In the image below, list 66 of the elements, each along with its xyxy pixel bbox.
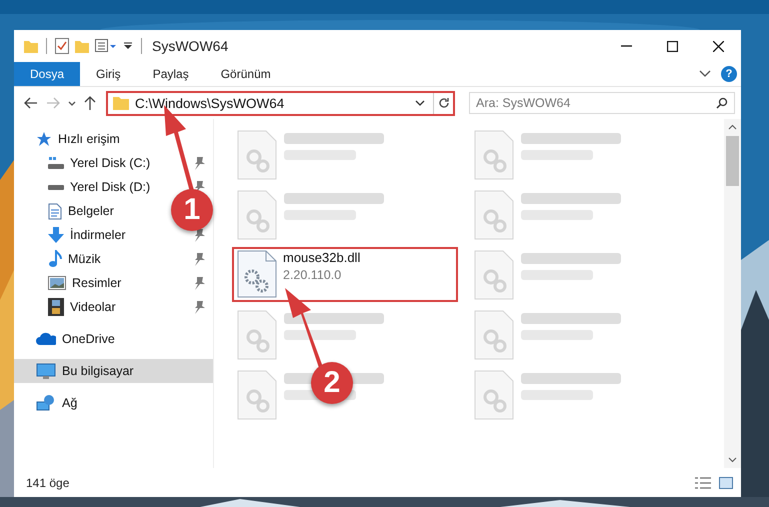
recent-locations-button[interactable] xyxy=(66,98,78,108)
forward-arrow-icon xyxy=(46,97,60,109)
document-icon xyxy=(48,202,62,220)
window-title: SysWOW64 xyxy=(152,38,228,54)
gear-file-icon xyxy=(237,250,277,298)
nav-item[interactable]: Belgeler xyxy=(48,202,114,220)
nav-item[interactable]: Resimler xyxy=(48,276,122,290)
properties-icon xyxy=(55,38,69,54)
close-icon xyxy=(712,40,724,52)
expand-ribbon-icon xyxy=(699,70,711,78)
nav-item[interactable]: Ağ xyxy=(36,394,78,412)
scrollbar-thumb[interactable] xyxy=(726,136,739,186)
chevron-down-icon xyxy=(415,100,425,106)
folder-icon xyxy=(24,39,38,53)
dropdown-icon xyxy=(123,41,133,51)
address-dropdown-button[interactable] xyxy=(413,98,427,108)
address-bar[interactable]: C:\Windows\SysWOW64 xyxy=(106,90,455,116)
back-button[interactable] xyxy=(22,95,40,111)
ribbon-tab[interactable]: Dosya xyxy=(14,62,80,86)
scrollbar[interactable] xyxy=(724,119,741,468)
search-field[interactable]: Ara: SysWOW64 xyxy=(469,92,735,114)
customize-toolbar-icon xyxy=(95,39,117,53)
details-view-icon[interactable] xyxy=(695,476,711,488)
nav-item[interactable]: OneDrive xyxy=(36,332,115,346)
nav-item[interactable]: Yerel Disk (D:) xyxy=(48,180,150,194)
film-icon xyxy=(48,298,64,316)
new-folder-icon xyxy=(75,39,89,53)
up-button[interactable] xyxy=(82,94,98,112)
nav-item[interactable]: İndirmeler xyxy=(48,227,126,243)
minimize-icon xyxy=(620,45,632,47)
nav-item[interactable]: Hızlı erişim xyxy=(36,131,120,147)
monitor-icon xyxy=(36,362,56,380)
drive-icon xyxy=(48,184,64,190)
pin-icon[interactable] xyxy=(194,228,205,242)
address-path: C:\Windows\SysWOW64 xyxy=(135,96,286,110)
pin-icon[interactable] xyxy=(194,252,205,266)
download-arrow-icon xyxy=(48,227,64,243)
up-arrow-icon xyxy=(84,96,96,110)
pin-icon[interactable] xyxy=(194,156,205,170)
star-icon xyxy=(36,131,52,147)
item-count: 141 öge xyxy=(26,476,70,490)
pin-icon[interactable] xyxy=(194,300,205,314)
ribbon-tab[interactable]: Paylaş xyxy=(136,62,205,86)
ribbon-tab[interactable]: Görünüm xyxy=(204,62,287,86)
scroll-down-icon[interactable] xyxy=(728,457,737,463)
music-note-icon xyxy=(48,250,62,268)
large-icons-view-icon[interactable] xyxy=(719,476,733,488)
maximize-icon xyxy=(666,40,678,52)
chevron-down-icon xyxy=(68,100,76,106)
scroll-up-icon[interactable] xyxy=(728,124,737,130)
file-tile[interactable]: mouse32b.dll 2.20.110.0 xyxy=(234,247,360,298)
help-button[interactable]: ? xyxy=(721,66,737,82)
search-icon xyxy=(716,97,728,109)
ribbon-tab[interactable]: Giriş xyxy=(80,62,137,86)
network-icon xyxy=(36,394,56,412)
nav-item[interactable]: Bu bilgisayar xyxy=(36,362,134,380)
folder-icon xyxy=(113,96,129,110)
picture-icon xyxy=(48,276,66,290)
nav-item[interactable]: Videolar xyxy=(48,298,116,316)
nav-item[interactable]: Müzik xyxy=(48,250,101,268)
pin-icon[interactable] xyxy=(194,276,205,290)
refresh-icon xyxy=(438,97,450,109)
drive-icon xyxy=(48,157,64,169)
nav-item[interactable]: Yerel Disk (C:) xyxy=(48,156,150,170)
back-arrow-icon xyxy=(24,97,38,109)
cloud-icon xyxy=(36,332,56,346)
